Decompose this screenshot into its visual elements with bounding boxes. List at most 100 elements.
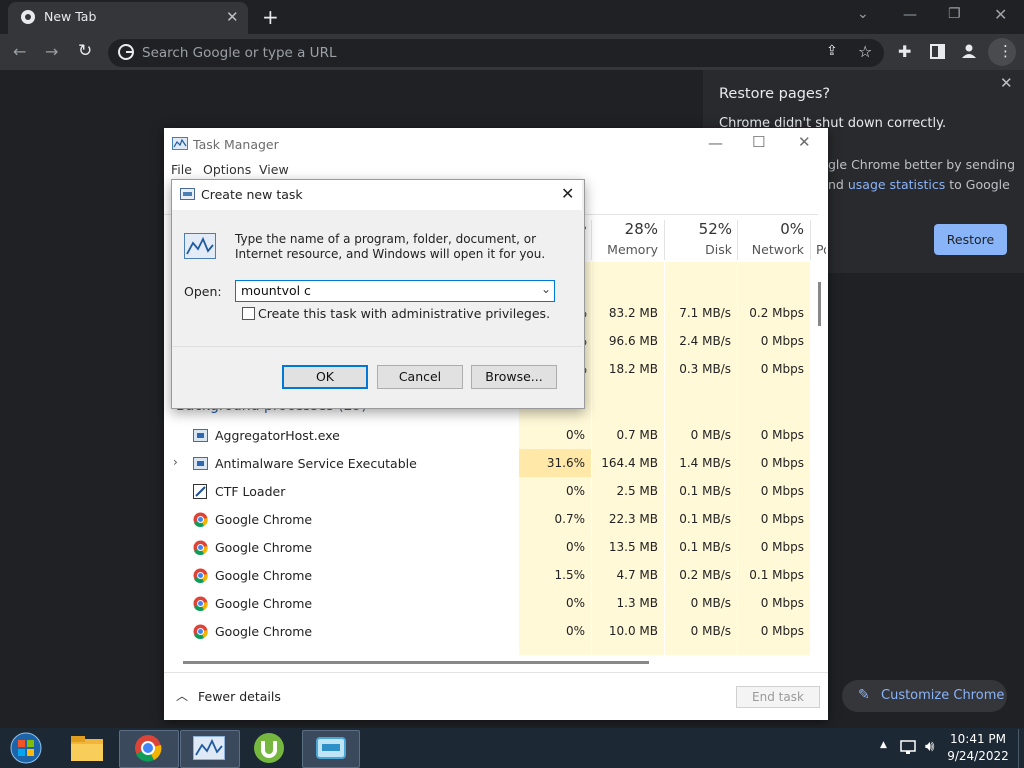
process-memory: 1.3 MB xyxy=(616,596,658,610)
tab-close-icon[interactable]: ✕ xyxy=(226,8,239,26)
chrome-icon xyxy=(193,540,208,555)
row3-network: 0 Mbps xyxy=(760,362,804,376)
process-name[interactable]: Antimalware Service Executable xyxy=(215,456,417,471)
horizontal-scrollbar[interactable] xyxy=(183,661,649,664)
process-name[interactable]: AggregatorHost.exe xyxy=(215,428,340,443)
restore-title: Restore pages? xyxy=(719,86,831,102)
clock[interactable]: 10:41 PM 9/24/2022 xyxy=(940,731,1016,765)
restore-window-icon[interactable]: ❐ xyxy=(948,6,961,22)
process-name[interactable]: Google Chrome xyxy=(215,624,312,639)
bookmark-star-icon[interactable]: ☆ xyxy=(858,42,872,61)
process-cpu: 0% xyxy=(565,428,585,442)
chrome-icon xyxy=(21,10,35,24)
row2-disk: 2.4 MB/s xyxy=(679,334,731,348)
volume-icon[interactable]: 🔊︎ xyxy=(925,737,934,755)
dialog-description: Type the name of a program, folder, docu… xyxy=(235,232,546,261)
run-icon xyxy=(180,188,195,200)
customize-chrome-button[interactable]: ✎ Customize Chrome xyxy=(842,680,1007,712)
browse-button[interactable]: Browse... xyxy=(471,365,557,389)
ctf-loader-icon xyxy=(193,484,207,499)
chrome-taskbar-icon xyxy=(135,735,162,762)
tm-maximize-icon[interactable]: ☐ xyxy=(752,133,765,151)
process-name[interactable]: Google Chrome xyxy=(215,596,312,611)
forward-icon[interactable]: → xyxy=(45,42,58,61)
utorrent-icon[interactable] xyxy=(252,732,286,764)
task-manager-title: Task Manager xyxy=(193,137,279,152)
new-tab-button[interactable]: + xyxy=(262,5,279,29)
process-cpu: 1.5% xyxy=(554,568,586,582)
tab-search-icon[interactable]: ⌄ xyxy=(857,6,869,22)
col-sep xyxy=(591,220,592,260)
dropdown-chevron-icon[interactable]: ⌄ xyxy=(541,282,551,296)
dialog-title: Create new task xyxy=(201,187,303,202)
admin-checkbox-label: Create this task with administrative pri… xyxy=(258,306,551,321)
open-label: Open: xyxy=(184,284,222,299)
process-cpu: 0% xyxy=(565,484,585,498)
menu-view[interactable]: View xyxy=(259,162,289,177)
process-memory: 10.0 MB xyxy=(608,624,658,638)
cancel-button[interactable]: Cancel xyxy=(377,365,463,389)
clock-date: 9/24/2022 xyxy=(947,749,1009,763)
menu-options[interactable]: Options xyxy=(203,162,251,177)
row2-network: 0 Mbps xyxy=(760,334,804,348)
process-name[interactable]: Google Chrome xyxy=(215,568,312,583)
process-memory: 13.5 MB xyxy=(608,540,658,554)
back-icon[interactable]: ← xyxy=(13,42,26,61)
process-name[interactable]: CTF Loader xyxy=(215,484,285,499)
network-icon[interactable] xyxy=(900,739,918,755)
process-network: 0 Mbps xyxy=(760,624,804,638)
process-name[interactable]: Google Chrome xyxy=(215,512,312,527)
memory-column-header[interactable]: Memory xyxy=(596,242,658,257)
reload-icon[interactable]: ↻ xyxy=(78,41,92,61)
process-cpu: 0% xyxy=(565,624,585,638)
process-cpu: 31.6% xyxy=(546,456,585,470)
row3-memory: 18.2 MB xyxy=(608,362,658,376)
end-task-button[interactable]: End task xyxy=(736,686,820,708)
tm-close-icon[interactable]: ✕ xyxy=(798,133,811,151)
process-network: 0 Mbps xyxy=(760,484,804,498)
process-disk: 0 MB/s xyxy=(690,596,731,610)
footer-divider xyxy=(164,672,828,673)
chevron-up-icon[interactable]: ︿ xyxy=(176,687,188,704)
admin-checkbox[interactable] xyxy=(242,307,255,320)
open-input-value: mountvol c xyxy=(241,283,311,298)
process-memory: 2.5 MB xyxy=(616,484,658,498)
side-panel-icon[interactable] xyxy=(930,44,945,59)
start-orb-icon[interactable] xyxy=(8,731,44,765)
process-memory: 4.7 MB xyxy=(616,568,658,582)
disk-column-header[interactable]: Disk xyxy=(668,242,732,257)
extensions-icon[interactable]: ✚ xyxy=(898,42,911,61)
restore-button[interactable]: Restore xyxy=(934,224,1007,255)
ok-button[interactable]: OK xyxy=(282,365,368,389)
chrome-icon xyxy=(193,596,208,611)
kebab-menu-icon[interactable]: ⋮ xyxy=(998,42,1013,60)
process-network: 0 Mbps xyxy=(760,596,804,610)
task-manager-large-icon xyxy=(184,233,216,259)
profile-icon[interactable] xyxy=(961,43,977,59)
dialog-close-icon[interactable]: ✕ xyxy=(561,184,574,203)
process-memory: 0.7 MB xyxy=(616,428,658,442)
expand-chevron-icon[interactable]: › xyxy=(173,455,178,469)
minimize-icon[interactable]: — xyxy=(903,7,917,23)
show-desktop-button[interactable] xyxy=(1018,729,1024,768)
process-network: 0 Mbps xyxy=(760,540,804,554)
app-window-icon xyxy=(193,457,208,470)
menu-file[interactable]: File xyxy=(171,162,192,177)
usage-statistics-link[interactable]: usage statistics xyxy=(848,177,945,192)
process-network: 0.1 Mbps xyxy=(749,568,804,582)
fewer-details-link[interactable]: Fewer details xyxy=(198,689,281,704)
process-memory: 164.4 MB xyxy=(601,456,658,470)
process-name[interactable]: Google Chrome xyxy=(215,540,312,555)
vertical-scrollbar[interactable] xyxy=(818,282,821,326)
share-icon[interactable]: ⇪ xyxy=(826,43,838,59)
col-sep xyxy=(664,220,665,260)
file-explorer-icon[interactable] xyxy=(68,733,106,763)
close-window-icon[interactable]: ✕ xyxy=(994,5,1007,24)
tm-minimize-icon[interactable]: — xyxy=(708,134,723,152)
network-column-header[interactable]: Network xyxy=(742,242,804,257)
restore-close-icon[interactable]: ✕ xyxy=(1000,74,1013,92)
process-disk: 0.1 MB/s xyxy=(679,540,731,554)
process-cpu: 0% xyxy=(565,596,585,610)
show-hidden-icons[interactable]: ▲ xyxy=(880,740,887,750)
omnibox-placeholder: Search Google or type a URL xyxy=(142,45,337,61)
